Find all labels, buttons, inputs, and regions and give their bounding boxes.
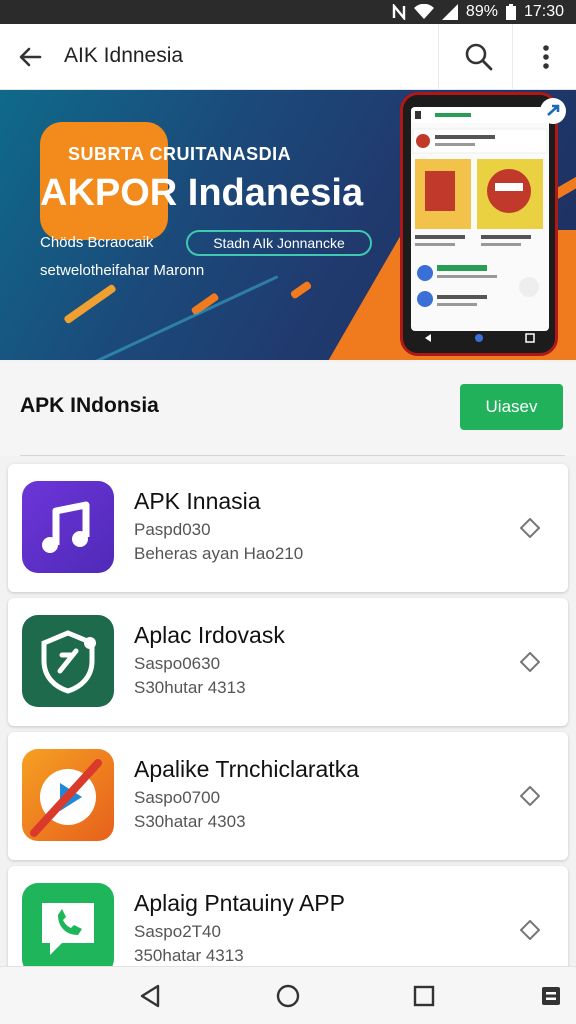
app-meta-secondary: S30hatar 4303 bbox=[134, 812, 246, 831]
nav-menu-icon[interactable] bbox=[536, 981, 566, 1011]
app-meta-primary: Saspo0630 bbox=[134, 654, 221, 673]
app-bar-divider bbox=[512, 24, 513, 90]
phone-chat-icon bbox=[22, 883, 114, 975]
app-name: Aplaig Pntauiny APP bbox=[134, 890, 345, 916]
app-bar-divider bbox=[438, 24, 439, 90]
banner-subtitle: Chöds Bcraocaik bbox=[40, 234, 154, 251]
app-name: APK Innasia bbox=[134, 488, 261, 514]
nfc-icon bbox=[392, 4, 406, 20]
install-diamond-icon[interactable] bbox=[519, 785, 541, 807]
section-title: APK INdonsia bbox=[20, 394, 159, 417]
nav-home-icon[interactable] bbox=[273, 981, 303, 1011]
app-meta-primary: Saspo2T40 bbox=[134, 922, 221, 941]
battery-icon bbox=[505, 4, 516, 20]
play-slash-icon bbox=[22, 749, 114, 841]
install-diamond-icon[interactable] bbox=[519, 919, 541, 941]
status-bar: 89% 17:30 bbox=[0, 0, 576, 24]
music-note-icon bbox=[22, 481, 114, 573]
app-meta-primary: Paspd030 bbox=[134, 520, 211, 539]
install-diamond-icon[interactable] bbox=[519, 651, 541, 673]
wifi-icon bbox=[413, 4, 434, 20]
nav-recents-icon[interactable] bbox=[409, 981, 439, 1011]
divider bbox=[20, 455, 565, 456]
clock: 17:30 bbox=[523, 3, 564, 20]
app-name: Apalike Trnchiclaratka bbox=[134, 756, 359, 782]
app-meta-secondary: Beheras ayan Hao210 bbox=[134, 544, 304, 563]
banner-title: AKPOR Indanesia bbox=[40, 172, 364, 214]
battery-percent: 89% bbox=[465, 3, 498, 20]
promo-banner[interactable]: SUBRTA CRUITANASDIA AKPOR Indanesia Chöd… bbox=[0, 90, 576, 360]
banner-caption: setwelotheifahar Maronn bbox=[40, 262, 205, 279]
update-button[interactable]: Uiasev bbox=[460, 384, 563, 430]
section-header: APK INdonsia Uiasev bbox=[0, 362, 576, 456]
phone-screen bbox=[411, 107, 549, 331]
banner-pill-button[interactable]: Stadn AIk Jonnancke bbox=[186, 230, 372, 256]
app-name: Aplac Irdovask bbox=[134, 622, 285, 648]
app-meta-secondary: 350hatar 4313 bbox=[134, 946, 244, 965]
phone-mockup bbox=[400, 92, 558, 356]
more-vert-icon[interactable] bbox=[532, 40, 560, 74]
banner-badge-icon bbox=[540, 98, 566, 124]
phone-mockup-nav bbox=[403, 331, 555, 345]
nav-back-icon[interactable] bbox=[136, 981, 166, 1011]
app-bar: AIK Idnnesia bbox=[0, 24, 576, 90]
banner-decoration bbox=[289, 280, 313, 300]
app-meta-primary: Saspo0700 bbox=[134, 788, 221, 807]
shield-pin-icon bbox=[22, 615, 114, 707]
banner-decoration bbox=[63, 283, 117, 325]
back-arrow-icon[interactable] bbox=[14, 41, 46, 73]
app-bar-title: AIK Idnnesia bbox=[64, 44, 184, 67]
app-meta-secondary: S30hutar 4313 bbox=[134, 678, 246, 697]
system-nav-bar bbox=[0, 966, 576, 1024]
banner-small-title: SUBRTA CRUITANASDIA bbox=[68, 144, 292, 164]
search-icon[interactable] bbox=[462, 40, 496, 74]
install-diamond-icon[interactable] bbox=[519, 517, 541, 539]
app-list-item[interactable]: Apalike Trnchiclaratka Saspo0700 S30hata… bbox=[8, 732, 568, 860]
signal-icon bbox=[441, 4, 458, 20]
app-list-item[interactable]: APK Innasia Paspd030 Beheras ayan Hao210 bbox=[8, 464, 568, 592]
app-list-item[interactable]: Aplac Irdovask Saspo0630 S30hutar 4313 bbox=[8, 598, 568, 726]
